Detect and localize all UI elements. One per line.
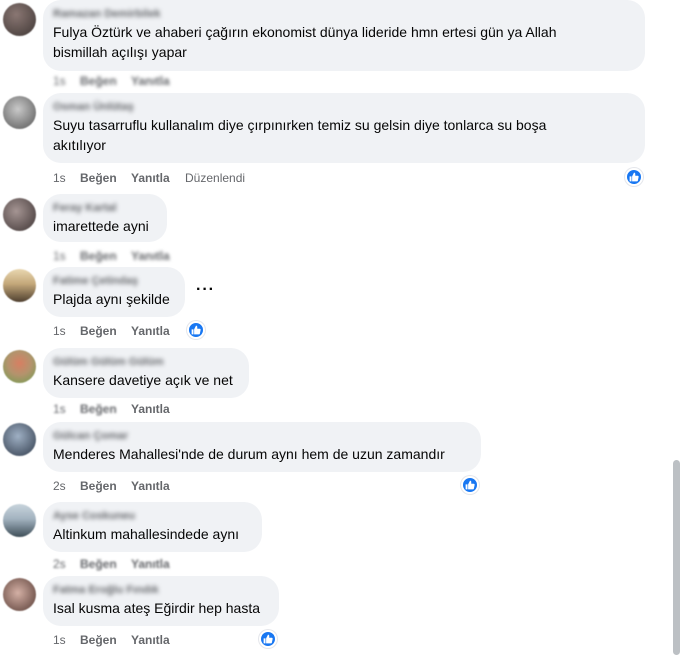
avatar[interactable] bbox=[3, 96, 36, 129]
comment-text: akıtılıyor bbox=[53, 137, 106, 153]
comment-time[interactable]: 1s bbox=[53, 74, 80, 88]
comment-time[interactable]: 2s bbox=[53, 557, 80, 571]
like-button[interactable]: Beğen bbox=[80, 633, 131, 647]
comment-time[interactable]: 1s bbox=[53, 249, 80, 263]
comment-author[interactable]: Fatma Eroğlu Fındık bbox=[53, 584, 267, 598]
thumbs-up-icon bbox=[629, 172, 639, 182]
comment-actions: 2s Beğen Yanıtla bbox=[53, 556, 185, 572]
comment-text: Altinkum mahallesindede aynı bbox=[53, 526, 239, 542]
comment-time[interactable]: 1s bbox=[53, 324, 80, 338]
like-reaction-badge[interactable] bbox=[461, 476, 479, 494]
reply-button[interactable]: Yanıtla bbox=[131, 479, 185, 493]
avatar[interactable] bbox=[3, 423, 36, 456]
comment-text: Fulya Öztürk ve ahaberi çağırın ekonomis… bbox=[53, 24, 557, 40]
comment-actions: 1s Beğen Yanıtla bbox=[53, 401, 185, 417]
comment-text: Kansere davetiye açık ve net bbox=[53, 372, 233, 388]
thumbs-up-icon bbox=[263, 634, 273, 644]
like-button[interactable]: Beğen bbox=[80, 557, 131, 571]
scrollbar-thumb[interactable] bbox=[673, 460, 680, 655]
comment-actions: 1s Beğen Yanıtla Düzenlendi bbox=[53, 170, 245, 186]
comment-time[interactable]: 1s bbox=[53, 633, 80, 647]
avatar[interactable] bbox=[3, 269, 36, 302]
reply-button[interactable]: Yanıtla bbox=[131, 171, 185, 185]
comment-text: Menderes Mahallesi'nde de durum aynı hem… bbox=[53, 446, 445, 462]
comment-bubble: Fatime Çetindaş Plajda aynı şekilde bbox=[43, 267, 185, 317]
comment-text: Suyu tasarruflu kullanalım diye çırpınır… bbox=[53, 117, 547, 133]
like-reaction-badge[interactable] bbox=[259, 630, 277, 648]
avatar[interactable] bbox=[3, 198, 36, 231]
avatar[interactable] bbox=[3, 504, 36, 537]
comment-text: Isal kusma ateş Eğirdir hep hasta bbox=[53, 600, 260, 616]
comment-actions: 1s Beğen Yanıtla bbox=[53, 632, 185, 648]
comment-author[interactable]: Fatime Çetindaş bbox=[53, 275, 173, 289]
like-button[interactable]: Beğen bbox=[80, 479, 131, 493]
like-button[interactable]: Beğen bbox=[80, 324, 131, 338]
comment-bubble: Osman Ünlütaş Suyu tasarruflu kullanalım… bbox=[43, 93, 645, 163]
comment-bubble: Ramazan Demirbilek Fulya Öztürk ve ahabe… bbox=[43, 0, 645, 71]
comment-actions: 1s Beğen Yanıtla bbox=[53, 323, 185, 339]
comment-author[interactable]: Gülüm Gülüm Gülüm bbox=[53, 356, 237, 370]
comment-bubble: Gülcan Çomar Menderes Mahallesi'nde de d… bbox=[43, 422, 481, 472]
edited-label[interactable]: Düzenlendi bbox=[185, 171, 245, 185]
comment-author[interactable]: Osman Ünlütaş bbox=[53, 101, 633, 115]
reply-button[interactable]: Yanıtla bbox=[131, 633, 185, 647]
avatar[interactable] bbox=[3, 578, 36, 611]
thumbs-up-icon bbox=[465, 480, 475, 490]
like-button[interactable]: Beğen bbox=[80, 249, 131, 263]
avatar[interactable] bbox=[3, 3, 36, 36]
comment-author[interactable]: Ramazan Demirbilek bbox=[53, 8, 633, 22]
reply-button[interactable]: Yanıtla bbox=[131, 249, 185, 263]
reply-button[interactable]: Yanıtla bbox=[131, 402, 185, 416]
thumbs-up-icon bbox=[191, 325, 201, 335]
comment-bubble: Gülüm Gülüm Gülüm Kansere davetiye açık … bbox=[43, 348, 249, 398]
comment-text: imarettede ayni bbox=[53, 218, 149, 234]
like-reaction-badge[interactable] bbox=[625, 168, 643, 186]
like-button[interactable]: Beğen bbox=[80, 74, 131, 88]
comment-actions: 1s Beğen Yanıtla bbox=[53, 248, 185, 264]
comment-bubble: Feray Kartal imarettede ayni bbox=[43, 194, 167, 242]
reply-button[interactable]: Yanıtla bbox=[131, 557, 185, 571]
ellipsis-icon[interactable]: ··· bbox=[196, 281, 215, 299]
avatar[interactable] bbox=[3, 350, 36, 383]
comment-bubble: Ayse Coskuneu Altinkum mahallesindede ay… bbox=[43, 502, 262, 552]
comment-author[interactable]: Feray Kartal bbox=[53, 202, 155, 216]
comment-time[interactable]: 1s bbox=[53, 402, 80, 416]
like-button[interactable]: Beğen bbox=[80, 171, 131, 185]
reply-button[interactable]: Yanıtla bbox=[131, 324, 185, 338]
comment-text: bismillah açılışı yapar bbox=[53, 44, 187, 60]
comment-text: Plajda aynı şekilde bbox=[53, 291, 170, 307]
comment-time[interactable]: 1s bbox=[53, 171, 80, 185]
comment-time[interactable]: 2s bbox=[53, 479, 80, 493]
comment-author[interactable]: Ayse Coskuneu bbox=[53, 510, 250, 524]
like-reaction-badge[interactable] bbox=[187, 321, 205, 339]
reply-button[interactable]: Yanıtla bbox=[131, 74, 185, 88]
comment-bubble: Fatma Eroğlu Fındık Isal kusma ateş Eğir… bbox=[43, 576, 279, 626]
comment-author[interactable]: Gülcan Çomar bbox=[53, 430, 469, 444]
comment-actions: 1s Beğen Yanıtla bbox=[53, 73, 185, 89]
like-button[interactable]: Beğen bbox=[80, 402, 131, 416]
comment-actions: 2s Beğen Yanıtla bbox=[53, 478, 185, 494]
